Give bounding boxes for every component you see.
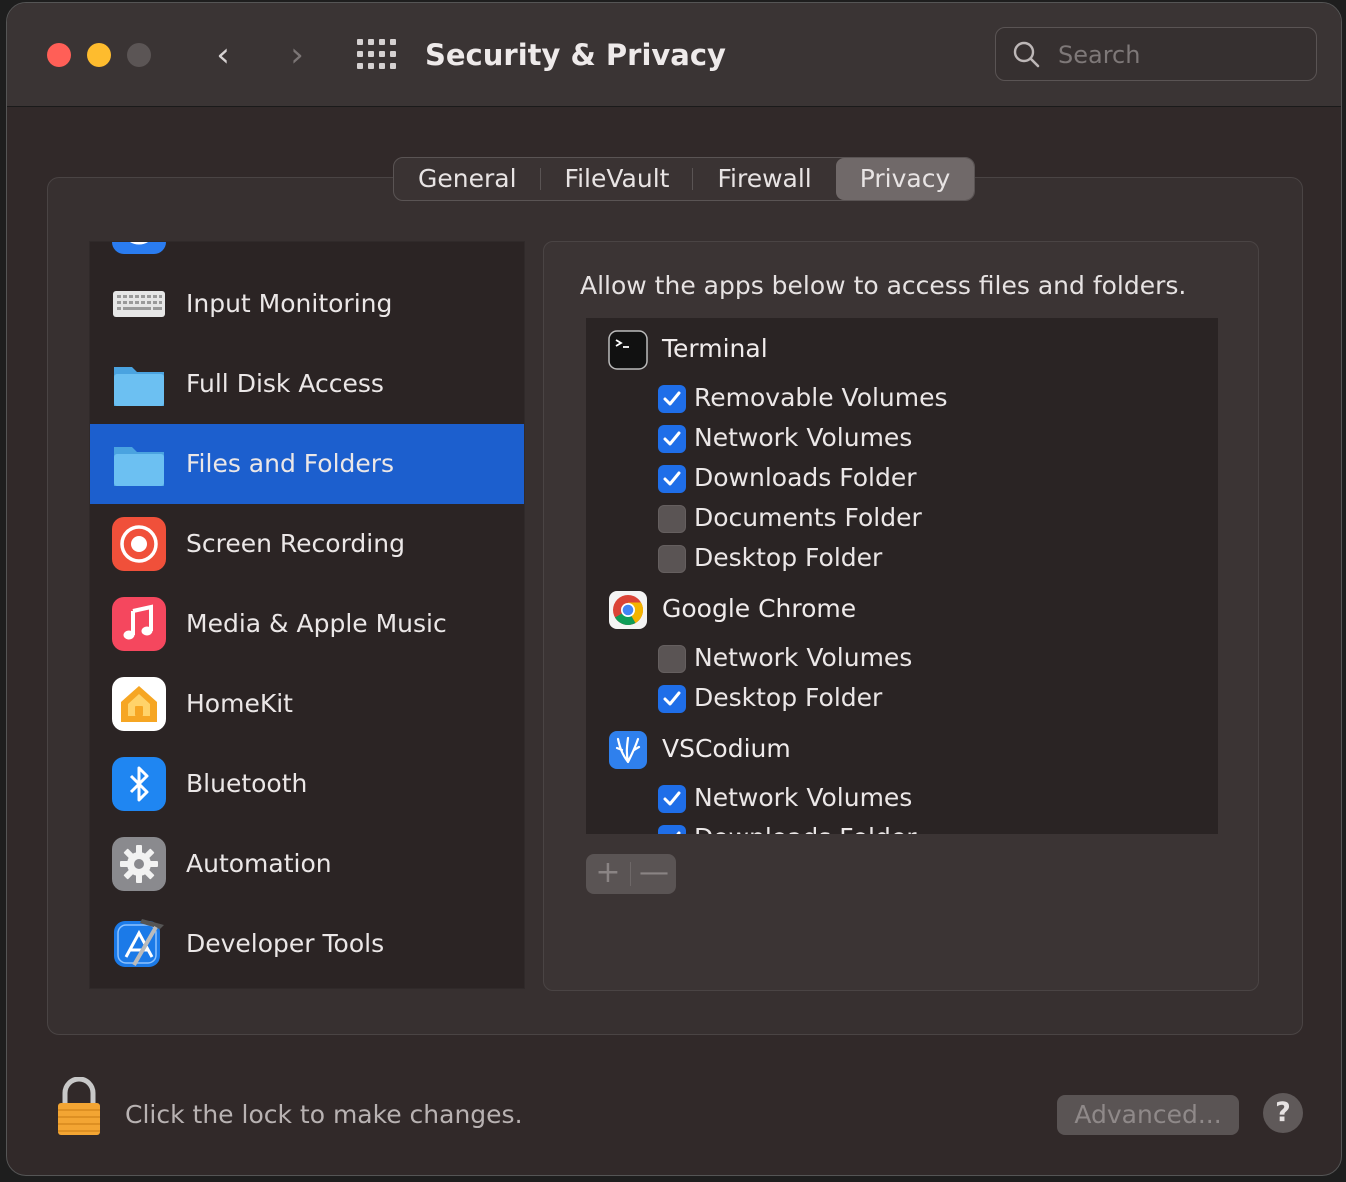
search-field[interactable]: Search	[995, 27, 1317, 81]
keyboard-icon	[113, 291, 165, 317]
sidebar-item-label: Bluetooth	[186, 769, 308, 798]
screen-record-icon	[112, 517, 166, 571]
checkbox-unchecked[interactable]	[658, 645, 686, 673]
permission-label: Downloads Folder	[694, 463, 917, 492]
checkbox-checked[interactable]	[658, 685, 686, 713]
checkbox-checked[interactable]	[658, 785, 686, 813]
app-row-terminal[interactable]: Terminal	[586, 324, 1218, 374]
sidebar-item-screen-recording[interactable]: Screen Recording	[90, 504, 524, 584]
sidebar-item-full-disk-access[interactable]: Full Disk Access	[90, 344, 524, 424]
sidebar-item-label: Input Monitoring	[186, 289, 393, 318]
permission-label: Documents Folder	[694, 503, 922, 532]
title-bar: ‹ › Security & Privacy Search	[7, 3, 1341, 107]
sidebar-item-media-apple-music[interactable]: Media & Apple Music	[90, 584, 524, 664]
add-remove-control: + —	[586, 854, 676, 894]
help-button[interactable]: ?	[1263, 1093, 1303, 1133]
sidebar-item-developer-tools[interactable]: Developer Tools	[90, 904, 524, 984]
preferences-window: ‹ › Security & Privacy Search General Fi…	[6, 2, 1342, 1176]
sidebar-item-label: HomeKit	[186, 689, 293, 718]
permission-network-volumes[interactable]: Network Volumes	[658, 418, 1218, 458]
divider	[630, 862, 631, 886]
sidebar-item-label: Files and Folders	[186, 449, 395, 478]
lock-instruction: Click the lock to make changes.	[125, 1100, 523, 1129]
permission-downloads-folder[interactable]: Downloads Folder	[658, 458, 1218, 498]
app-row-google-chrome[interactable]: Google Chrome	[586, 584, 1218, 634]
checkbox-checked[interactable]	[658, 385, 686, 413]
forward-button[interactable]: ›	[277, 33, 317, 77]
permission-label: Desktop Folder	[694, 543, 883, 572]
tab-filevault[interactable]: FileVault	[541, 158, 694, 200]
checkbox-checked[interactable]	[658, 465, 686, 493]
sidebar-item-label: Developer Tools	[186, 929, 385, 958]
permission-label: Network Volumes	[694, 783, 913, 812]
music-note-icon	[112, 597, 166, 651]
sidebar-item-bluetooth[interactable]: Bluetooth	[90, 744, 524, 824]
show-all-grid-icon[interactable]	[357, 39, 397, 71]
tab-general[interactable]: General	[394, 158, 541, 200]
advanced-button[interactable]: Advanced...	[1057, 1095, 1239, 1135]
app-name: Google Chrome	[662, 594, 857, 623]
files-and-folders-panel: Allow the apps below to access files and…	[543, 241, 1259, 991]
home-icon	[112, 677, 166, 731]
tab-bar: General FileVault Firewall Privacy	[393, 157, 976, 201]
sidebar-item-homekit[interactable]: HomeKit	[90, 664, 524, 744]
sidebar-item-files-and-folders[interactable]: Files and Folders	[90, 424, 524, 504]
permission-desktop-folder[interactable]: Desktop Folder	[658, 538, 1218, 578]
sidebar-item-label: Media & Apple Music	[186, 609, 447, 638]
app-name: Terminal	[662, 334, 768, 363]
search-placeholder: Search	[1058, 41, 1141, 69]
permission-label: Removable Volumes	[694, 383, 948, 412]
developer-tools-icon	[114, 919, 164, 967]
permission-documents-folder[interactable]: Documents Folder	[658, 498, 1218, 538]
bluetooth-icon	[112, 757, 166, 811]
checkbox-checked[interactable]	[658, 425, 686, 453]
sidebar-item-automation[interactable]: Automation	[90, 824, 524, 904]
permission-network-volumes[interactable]: Network Volumes	[658, 778, 1218, 818]
panel-description: Allow the apps below to access files and…	[580, 271, 1187, 300]
chrome-icon	[609, 591, 647, 629]
back-button[interactable]: ‹	[203, 33, 243, 77]
location-icon	[112, 242, 166, 254]
app-name: VSCodium	[662, 734, 791, 763]
minimize-button[interactable]	[87, 43, 111, 67]
sidebar-item-label: Screen Recording	[186, 529, 405, 558]
window-title: Security & Privacy	[425, 38, 726, 72]
close-button[interactable]	[47, 43, 71, 67]
folder-icon	[114, 367, 164, 406]
remove-app-button[interactable]: —	[632, 854, 676, 894]
permission-network-volumes[interactable]: Network Volumes	[658, 638, 1218, 678]
sidebar-item-label: Automation	[186, 849, 332, 878]
tab-firewall[interactable]: Firewall	[693, 158, 835, 200]
permission-downloads-folder[interactable]: Downloads Folder	[658, 818, 1218, 834]
search-icon	[1013, 41, 1040, 68]
checkbox-checked[interactable]	[658, 825, 686, 834]
sidebar-item-input-monitoring[interactable]: Input Monitoring	[90, 264, 524, 344]
app-permission-list[interactable]: Terminal Removable Volumes Network Volum…	[586, 318, 1218, 834]
zoom-button[interactable]	[127, 43, 151, 67]
checkbox-unchecked[interactable]	[658, 505, 686, 533]
permission-label: Downloads Folder	[694, 818, 917, 834]
permission-desktop-folder[interactable]: Desktop Folder	[658, 678, 1218, 718]
add-app-button[interactable]: +	[586, 854, 630, 894]
vscodium-icon	[609, 731, 647, 769]
privacy-category-list[interactable]: Input Monitoring Full Disk Access Files …	[89, 241, 525, 989]
folder-icon	[114, 447, 164, 486]
gear-icon	[112, 837, 166, 891]
permission-label: Network Volumes	[694, 643, 913, 672]
permission-label: Desktop Folder	[694, 683, 883, 712]
app-row-vscodium[interactable]: VSCodium	[586, 724, 1218, 774]
sidebar-item-label: Full Disk Access	[186, 369, 384, 398]
checkbox-unchecked[interactable]	[658, 545, 686, 573]
permission-label: Network Volumes	[694, 423, 913, 452]
lock-icon[interactable]	[55, 1077, 103, 1137]
tab-privacy[interactable]: Privacy	[835, 158, 975, 200]
permission-removable-volumes[interactable]: Removable Volumes	[658, 378, 1218, 418]
terminal-icon	[608, 330, 648, 370]
